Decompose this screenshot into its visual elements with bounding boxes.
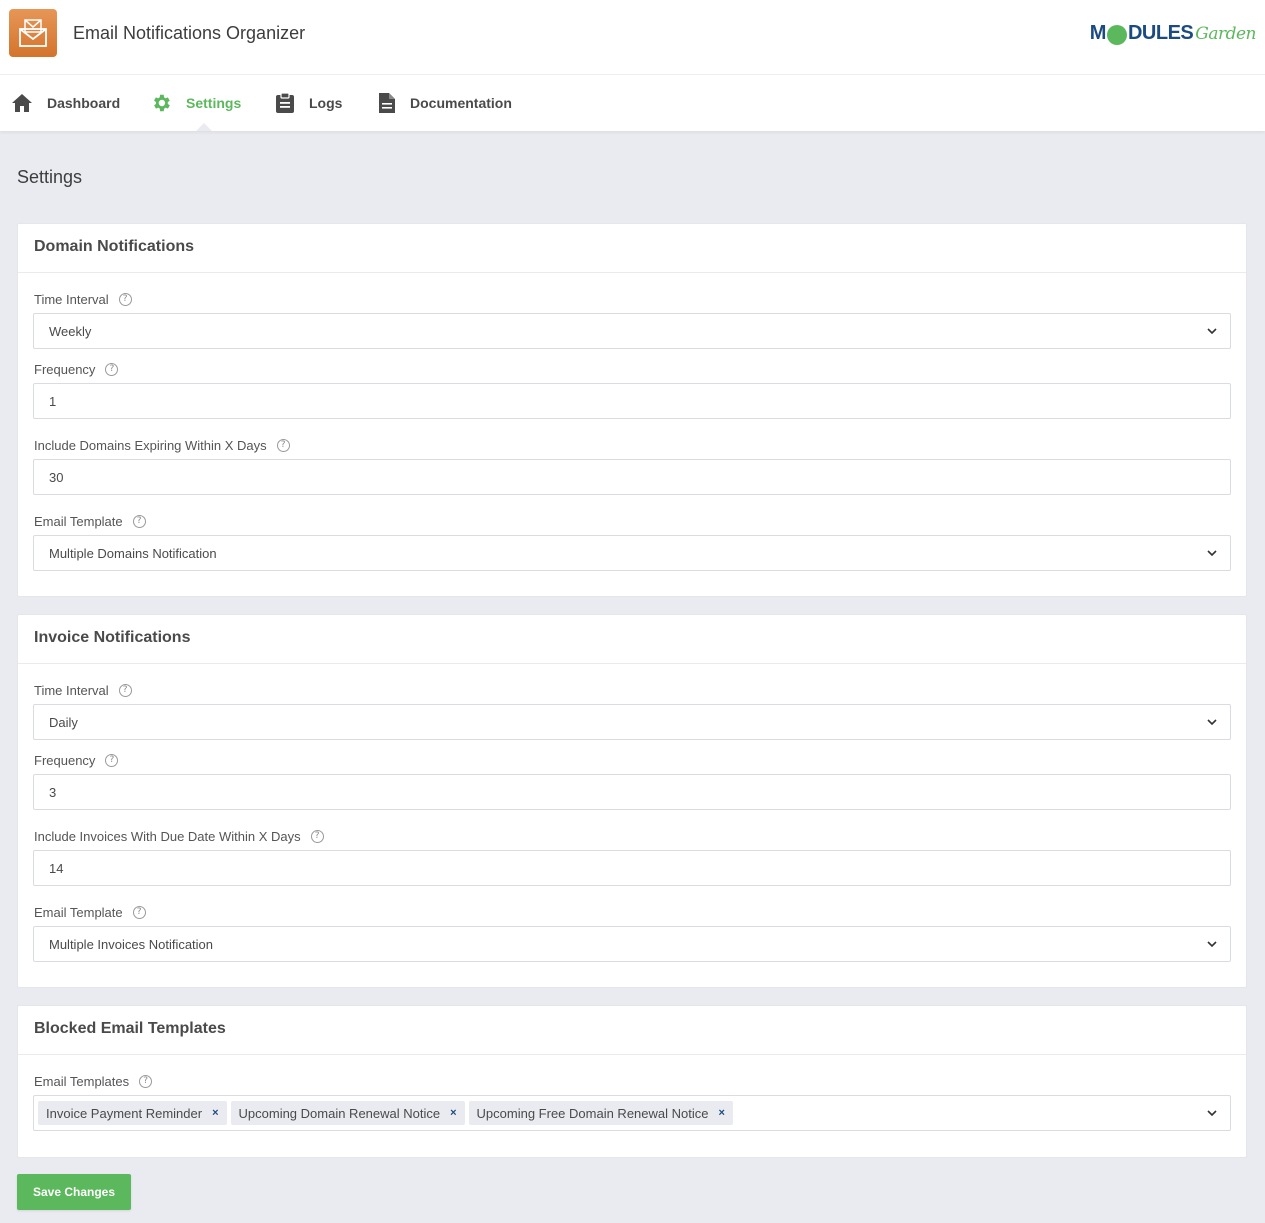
help-icon[interactable]: ? xyxy=(132,515,146,528)
active-tab-caret xyxy=(196,123,212,131)
chevron-down-icon xyxy=(1207,328,1217,335)
home-icon xyxy=(12,94,32,112)
frequency-input[interactable]: 3 xyxy=(33,774,1231,810)
help-icon[interactable]: ? xyxy=(105,754,119,767)
tag-label: Upcoming Free Domain Renewal Notice xyxy=(476,1105,709,1121)
logo-text-dules: DULES xyxy=(1127,22,1194,44)
email-template-select[interactable]: Multiple Invoices Notification xyxy=(33,926,1231,962)
card-title: Domain Notifications xyxy=(18,224,1246,273)
frequency-value: 3 xyxy=(49,784,57,800)
email-template-label: Email Template ? xyxy=(34,514,146,529)
email-template-value: Multiple Invoices Notification xyxy=(49,936,214,952)
time-interval-label-text: Time Interval xyxy=(34,292,109,307)
nav-dashboard-label: Dashboard xyxy=(47,95,121,111)
main-nav: Dashboard Settings Logs Documentation xyxy=(0,75,1265,131)
email-template-select[interactable]: Multiple Domains Notification xyxy=(33,535,1231,571)
email-template-label-text: Email Template xyxy=(34,905,123,920)
logo-text-garden: Garden xyxy=(1195,23,1256,44)
remove-tag-icon[interactable]: × xyxy=(212,1107,218,1119)
nav-settings-label: Settings xyxy=(186,95,242,111)
logo-text-m: M xyxy=(1089,22,1107,44)
help-icon[interactable]: ? xyxy=(310,830,324,843)
email-templates-multiselect[interactable]: Invoice Payment Reminder × Upcoming Doma… xyxy=(33,1095,1231,1131)
expiring-days-input[interactable]: 30 xyxy=(33,459,1231,495)
nav-logs-label: Logs xyxy=(309,95,343,111)
email-template-value: Multiple Domains Notification xyxy=(49,545,217,561)
selected-tag: Upcoming Domain Renewal Notice × xyxy=(230,1101,465,1125)
nav-dashboard[interactable]: Dashboard xyxy=(11,75,120,131)
time-interval-select[interactable]: Daily xyxy=(33,704,1231,740)
nav-documentation-label: Documentation xyxy=(410,95,512,111)
frequency-input[interactable]: 1 xyxy=(33,383,1231,419)
frequency-value: 1 xyxy=(49,393,57,409)
chevron-down-icon xyxy=(1207,1110,1217,1117)
page-title: Settings xyxy=(17,167,83,187)
email-templates-label: Email Templates ? xyxy=(34,1074,153,1089)
time-interval-value: Weekly xyxy=(49,323,92,339)
help-icon[interactable]: ? xyxy=(139,1075,153,1088)
nav-logs[interactable]: Logs xyxy=(275,75,342,131)
frequency-label-text: Frequency xyxy=(34,753,96,768)
due-days-input[interactable]: 14 xyxy=(33,850,1231,886)
expiring-days-label: Include Domains Expiring Within X Days ? xyxy=(34,438,290,453)
expiring-days-value: 30 xyxy=(49,469,64,485)
blocked-templates-card: Blocked Email Templates Email Templates … xyxy=(17,1005,1247,1158)
save-changes-button[interactable]: Save Changes xyxy=(17,1174,131,1210)
time-interval-label: Time Interval ? xyxy=(34,683,132,698)
domain-notifications-card: Domain Notifications Time Interval ? Wee… xyxy=(17,223,1247,597)
chevron-down-icon xyxy=(1207,941,1217,948)
chevron-down-icon xyxy=(1207,719,1217,726)
frequency-label: Frequency ? xyxy=(34,753,119,768)
tag-label: Invoice Payment Reminder xyxy=(46,1105,203,1121)
remove-tag-icon[interactable]: × xyxy=(718,1107,724,1119)
time-interval-select[interactable]: Weekly xyxy=(33,313,1231,349)
selected-tag: Invoice Payment Reminder × xyxy=(38,1101,227,1125)
globe-icon xyxy=(1106,24,1127,45)
time-interval-label: Time Interval ? xyxy=(34,292,132,307)
card-title: Invoice Notifications xyxy=(18,615,1246,664)
help-icon[interactable]: ? xyxy=(105,363,119,376)
nav-documentation[interactable]: Documentation xyxy=(378,75,512,131)
due-days-label-text: Include Invoices With Due Date Within X … xyxy=(34,829,301,844)
top-bar: Email Notifications Organizer M DULES Gard… xyxy=(0,0,1265,75)
time-interval-value: Daily xyxy=(49,714,78,730)
help-icon[interactable]: ? xyxy=(276,439,290,452)
frequency-label: Frequency ? xyxy=(34,362,119,377)
tag-label: Upcoming Domain Renewal Notice xyxy=(238,1105,441,1121)
clipboard-icon xyxy=(276,92,294,113)
time-interval-label-text: Time Interval xyxy=(34,683,109,698)
email-template-label: Email Template ? xyxy=(34,905,146,920)
remove-tag-icon[interactable]: × xyxy=(450,1107,456,1119)
email-templates-label-text: Email Templates xyxy=(34,1074,130,1089)
selected-tag: Upcoming Free Domain Renewal Notice × xyxy=(468,1101,733,1125)
frequency-label-text: Frequency xyxy=(34,362,96,377)
gear-icon xyxy=(154,94,170,112)
invoice-notifications-card: Invoice Notifications Time Interval ? Da… xyxy=(17,614,1247,988)
modulesgarden-logo[interactable]: M DULES Garden xyxy=(1090,22,1256,45)
email-template-label-text: Email Template xyxy=(34,514,123,529)
due-days-label: Include Invoices With Due Date Within X … xyxy=(34,829,324,844)
expiring-days-label-text: Include Domains Expiring Within X Days xyxy=(34,438,267,453)
app-title: Email Notifications Organizer xyxy=(73,23,306,43)
due-days-value: 14 xyxy=(49,860,64,876)
document-icon xyxy=(379,93,395,113)
help-icon[interactable]: ? xyxy=(118,293,132,306)
help-icon[interactable]: ? xyxy=(118,684,132,697)
envelope-icon xyxy=(9,9,57,57)
help-icon[interactable]: ? xyxy=(132,906,146,919)
card-title: Blocked Email Templates xyxy=(18,1006,1246,1055)
chevron-down-icon xyxy=(1207,550,1217,557)
